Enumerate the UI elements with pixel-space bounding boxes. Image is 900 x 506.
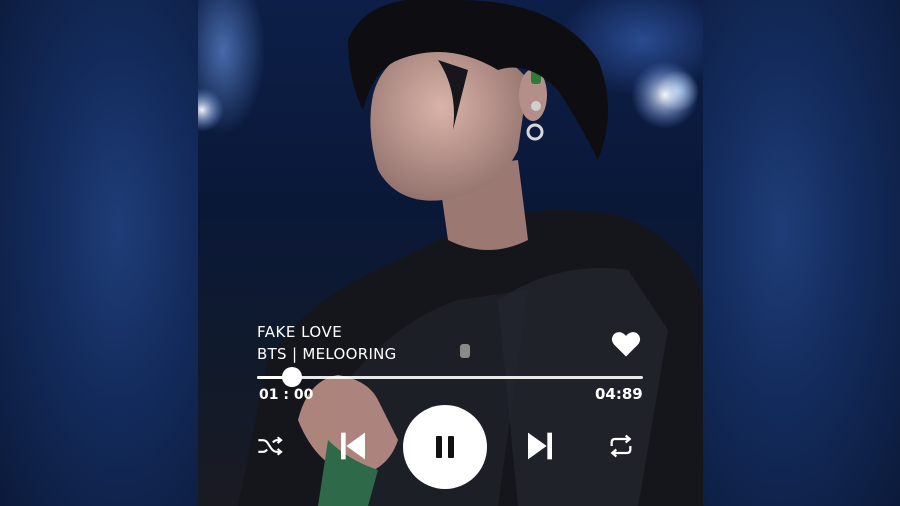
heart-icon[interactable]	[611, 330, 641, 358]
pause-icon-bar	[448, 436, 454, 458]
pause-icon	[436, 436, 442, 458]
skip-previous-icon[interactable]	[337, 430, 369, 462]
player-card: FAKE LOVE BTS | MELOORING 01 : 00 04:89	[198, 0, 703, 506]
blurred-background-right	[703, 0, 900, 506]
progress-bar[interactable]	[257, 367, 643, 387]
pause-button[interactable]	[403, 405, 487, 489]
progress-thumb[interactable]	[281, 367, 302, 387]
total-time: 04:89	[595, 385, 643, 403]
current-time: 01 : 00	[259, 387, 314, 403]
shuffle-icon[interactable]	[256, 432, 284, 460]
song-title: FAKE LOVE	[257, 323, 343, 341]
repeat-icon[interactable]	[606, 432, 636, 460]
artist-name: BTS | MELOORING	[257, 345, 397, 363]
skip-next-icon[interactable]	[524, 430, 556, 462]
blurred-background-left	[0, 0, 198, 506]
